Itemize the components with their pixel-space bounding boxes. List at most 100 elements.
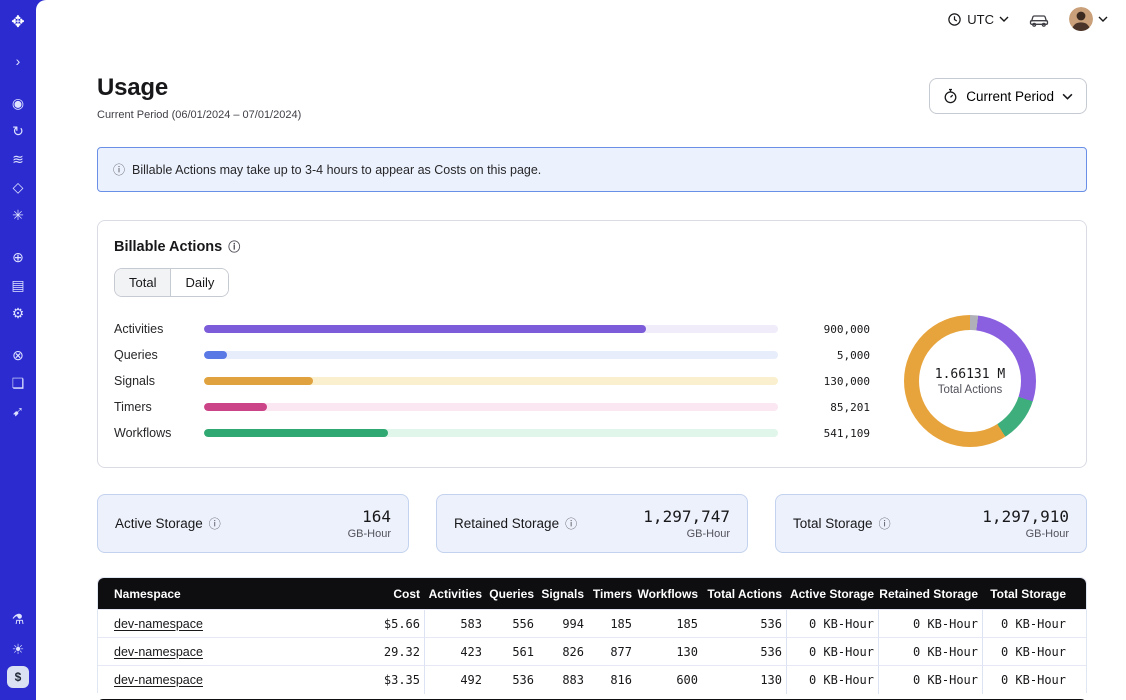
namespace-link[interactable]: dev-namespace bbox=[114, 617, 203, 631]
cell-total-storage: 0 KB-Hour bbox=[982, 610, 1070, 638]
timezone-selector[interactable]: UTC bbox=[947, 12, 1009, 27]
bar-track bbox=[204, 351, 778, 359]
bar-fill bbox=[204, 377, 313, 385]
clock-icon bbox=[947, 12, 962, 27]
sidebar: ✥ › ◉ ↻ ≋ ◇ ✳ ⊕ ▤ ⚙ ⊗ ❏ ➹ ⚗ ☀ $ bbox=[0, 0, 36, 700]
donut-total-label: Total Actions bbox=[938, 384, 1003, 396]
billable-actions-card: Billable Actions ⓘ Total Daily Activitie… bbox=[97, 220, 1087, 468]
bar-value: 541,109 bbox=[792, 427, 870, 440]
col-active-storage: Active Storage bbox=[786, 587, 878, 601]
cell-workflows: 130 bbox=[636, 645, 702, 659]
col-queries: Queries bbox=[486, 587, 538, 601]
col-namespace: Namespace bbox=[114, 587, 364, 601]
tab-daily[interactable]: Daily bbox=[171, 269, 228, 296]
theme-toggle-icon[interactable]: ☀ bbox=[5, 636, 31, 662]
namespace-link[interactable]: dev-namespace bbox=[114, 673, 203, 687]
namespace-usage-table: Namespace Cost Activities Queries Signal… bbox=[97, 577, 1087, 693]
usage-icon[interactable]: ▤ bbox=[5, 272, 31, 298]
user-menu[interactable] bbox=[1069, 7, 1108, 31]
info-icon[interactable]: ⓘ bbox=[565, 515, 577, 532]
timezone-label: UTC bbox=[967, 12, 994, 27]
donut-total-value: 1.66131 M bbox=[935, 367, 1005, 382]
cell-active-storage: 0 KB-Hour bbox=[786, 666, 878, 694]
table-row: dev-namespace $3.35 492 536 883 816 600 … bbox=[98, 665, 1086, 693]
deployments-icon[interactable]: ◇ bbox=[5, 174, 31, 200]
bar-fill bbox=[204, 351, 227, 359]
cell-workflows: 185 bbox=[636, 617, 702, 631]
bar-row: Workflows 541,109 bbox=[114, 420, 870, 446]
billable-tabs: Total Daily bbox=[114, 268, 229, 297]
col-activities: Activities bbox=[424, 587, 486, 601]
info-icon[interactable]: ⓘ bbox=[209, 515, 221, 532]
stat-value: 1,297,747 bbox=[643, 507, 730, 526]
cell-signals: 994 bbox=[538, 617, 588, 631]
period-selector-button[interactable]: Current Period bbox=[929, 78, 1087, 114]
namespace-link[interactable]: dev-namespace bbox=[114, 645, 203, 659]
cell-retained-storage: 0 KB-Hour bbox=[878, 666, 982, 694]
cell-activities: 583 bbox=[424, 610, 486, 638]
stat-label: Retained Storage bbox=[454, 516, 559, 531]
cell-signals: 826 bbox=[538, 645, 588, 659]
page-subtitle: Current Period (06/01/2024 – 07/01/2024) bbox=[97, 109, 301, 121]
settings-gear-icon[interactable]: ⚙ bbox=[5, 300, 31, 326]
cell-activities: 423 bbox=[424, 638, 486, 666]
total-actions-donut: 1.66131 M Total Actions bbox=[904, 315, 1036, 447]
schedules-icon[interactable]: ↻ bbox=[5, 118, 31, 144]
labs-flask-icon[interactable]: ⚗ bbox=[5, 606, 31, 632]
car-icon[interactable] bbox=[1029, 12, 1049, 27]
cell-active-storage: 0 KB-Hour bbox=[786, 610, 878, 638]
bar-track bbox=[204, 377, 778, 385]
stat-value: 1,297,910 bbox=[982, 507, 1069, 526]
cell-signals: 883 bbox=[538, 673, 588, 687]
cell-total-storage: 0 KB-Hour bbox=[982, 666, 1070, 694]
nexus-icon[interactable]: ✳ bbox=[5, 202, 31, 228]
table-header-row: Namespace Cost Activities Queries Signal… bbox=[98, 578, 1086, 609]
period-button-label: Current Period bbox=[966, 89, 1054, 104]
page-title: Usage bbox=[97, 74, 301, 102]
bar-row: Activities 900,000 bbox=[114, 316, 870, 342]
support-icon[interactable]: ⊗ bbox=[5, 342, 31, 368]
cell-queries: 561 bbox=[486, 645, 538, 659]
bar-row: Signals 130,000 bbox=[114, 368, 870, 394]
task-queues-icon[interactable]: ≋ bbox=[5, 146, 31, 172]
stat-value: 164 bbox=[348, 507, 391, 526]
bar-track bbox=[204, 325, 778, 333]
cell-total-actions: 536 bbox=[702, 645, 786, 659]
docs-icon[interactable]: ❏ bbox=[5, 370, 31, 396]
stat-unit: GB-Hour bbox=[982, 528, 1069, 540]
cell-total-storage: 0 KB-Hour bbox=[982, 638, 1070, 666]
bar-fill bbox=[204, 403, 267, 411]
temporal-logo-icon[interactable]: ✥ bbox=[5, 10, 31, 36]
bar-value: 85,201 bbox=[792, 401, 870, 414]
bar-category-label: Signals bbox=[114, 374, 190, 388]
feedback-icon[interactable]: ➹ bbox=[5, 398, 31, 424]
stat-label: Total Storage bbox=[793, 516, 873, 531]
namespaces-icon[interactable]: ⊕ bbox=[5, 244, 31, 270]
bar-track bbox=[204, 403, 778, 411]
bar-category-label: Timers bbox=[114, 400, 190, 414]
active-storage-card: Active Storage ⓘ 164 GB-Hour bbox=[97, 494, 409, 553]
stat-unit: GB-Hour bbox=[348, 528, 391, 540]
sidebar-expand-icon[interactable]: › bbox=[5, 48, 31, 74]
cell-cost: $5.66 bbox=[364, 617, 424, 631]
chevron-down-icon bbox=[1062, 93, 1073, 100]
info-icon[interactable]: ⓘ bbox=[228, 238, 240, 255]
workflows-icon[interactable]: ◉ bbox=[5, 90, 31, 116]
tab-total[interactable]: Total bbox=[115, 269, 171, 296]
info-icon[interactable]: ⓘ bbox=[879, 515, 891, 532]
cell-active-storage: 0 KB-Hour bbox=[786, 638, 878, 666]
cell-queries: 536 bbox=[486, 673, 538, 687]
bar-category-label: Activities bbox=[114, 322, 190, 336]
bar-row: Queries 5,000 bbox=[114, 342, 870, 368]
stopwatch-icon bbox=[943, 88, 958, 104]
cell-cost: $3.35 bbox=[364, 673, 424, 687]
bar-category-label: Workflows bbox=[114, 426, 190, 440]
stat-label: Active Storage bbox=[115, 516, 203, 531]
cell-timers: 185 bbox=[588, 617, 636, 631]
usage-page: Usage Current Period (06/01/2024 – 07/01… bbox=[36, 38, 1126, 700]
bar-fill bbox=[204, 429, 388, 437]
cell-queries: 556 bbox=[486, 617, 538, 631]
bar-value: 900,000 bbox=[792, 323, 870, 336]
retained-storage-card: Retained Storage ⓘ 1,297,747 GB-Hour bbox=[436, 494, 748, 553]
credits-dollar-icon[interactable]: $ bbox=[7, 666, 29, 688]
